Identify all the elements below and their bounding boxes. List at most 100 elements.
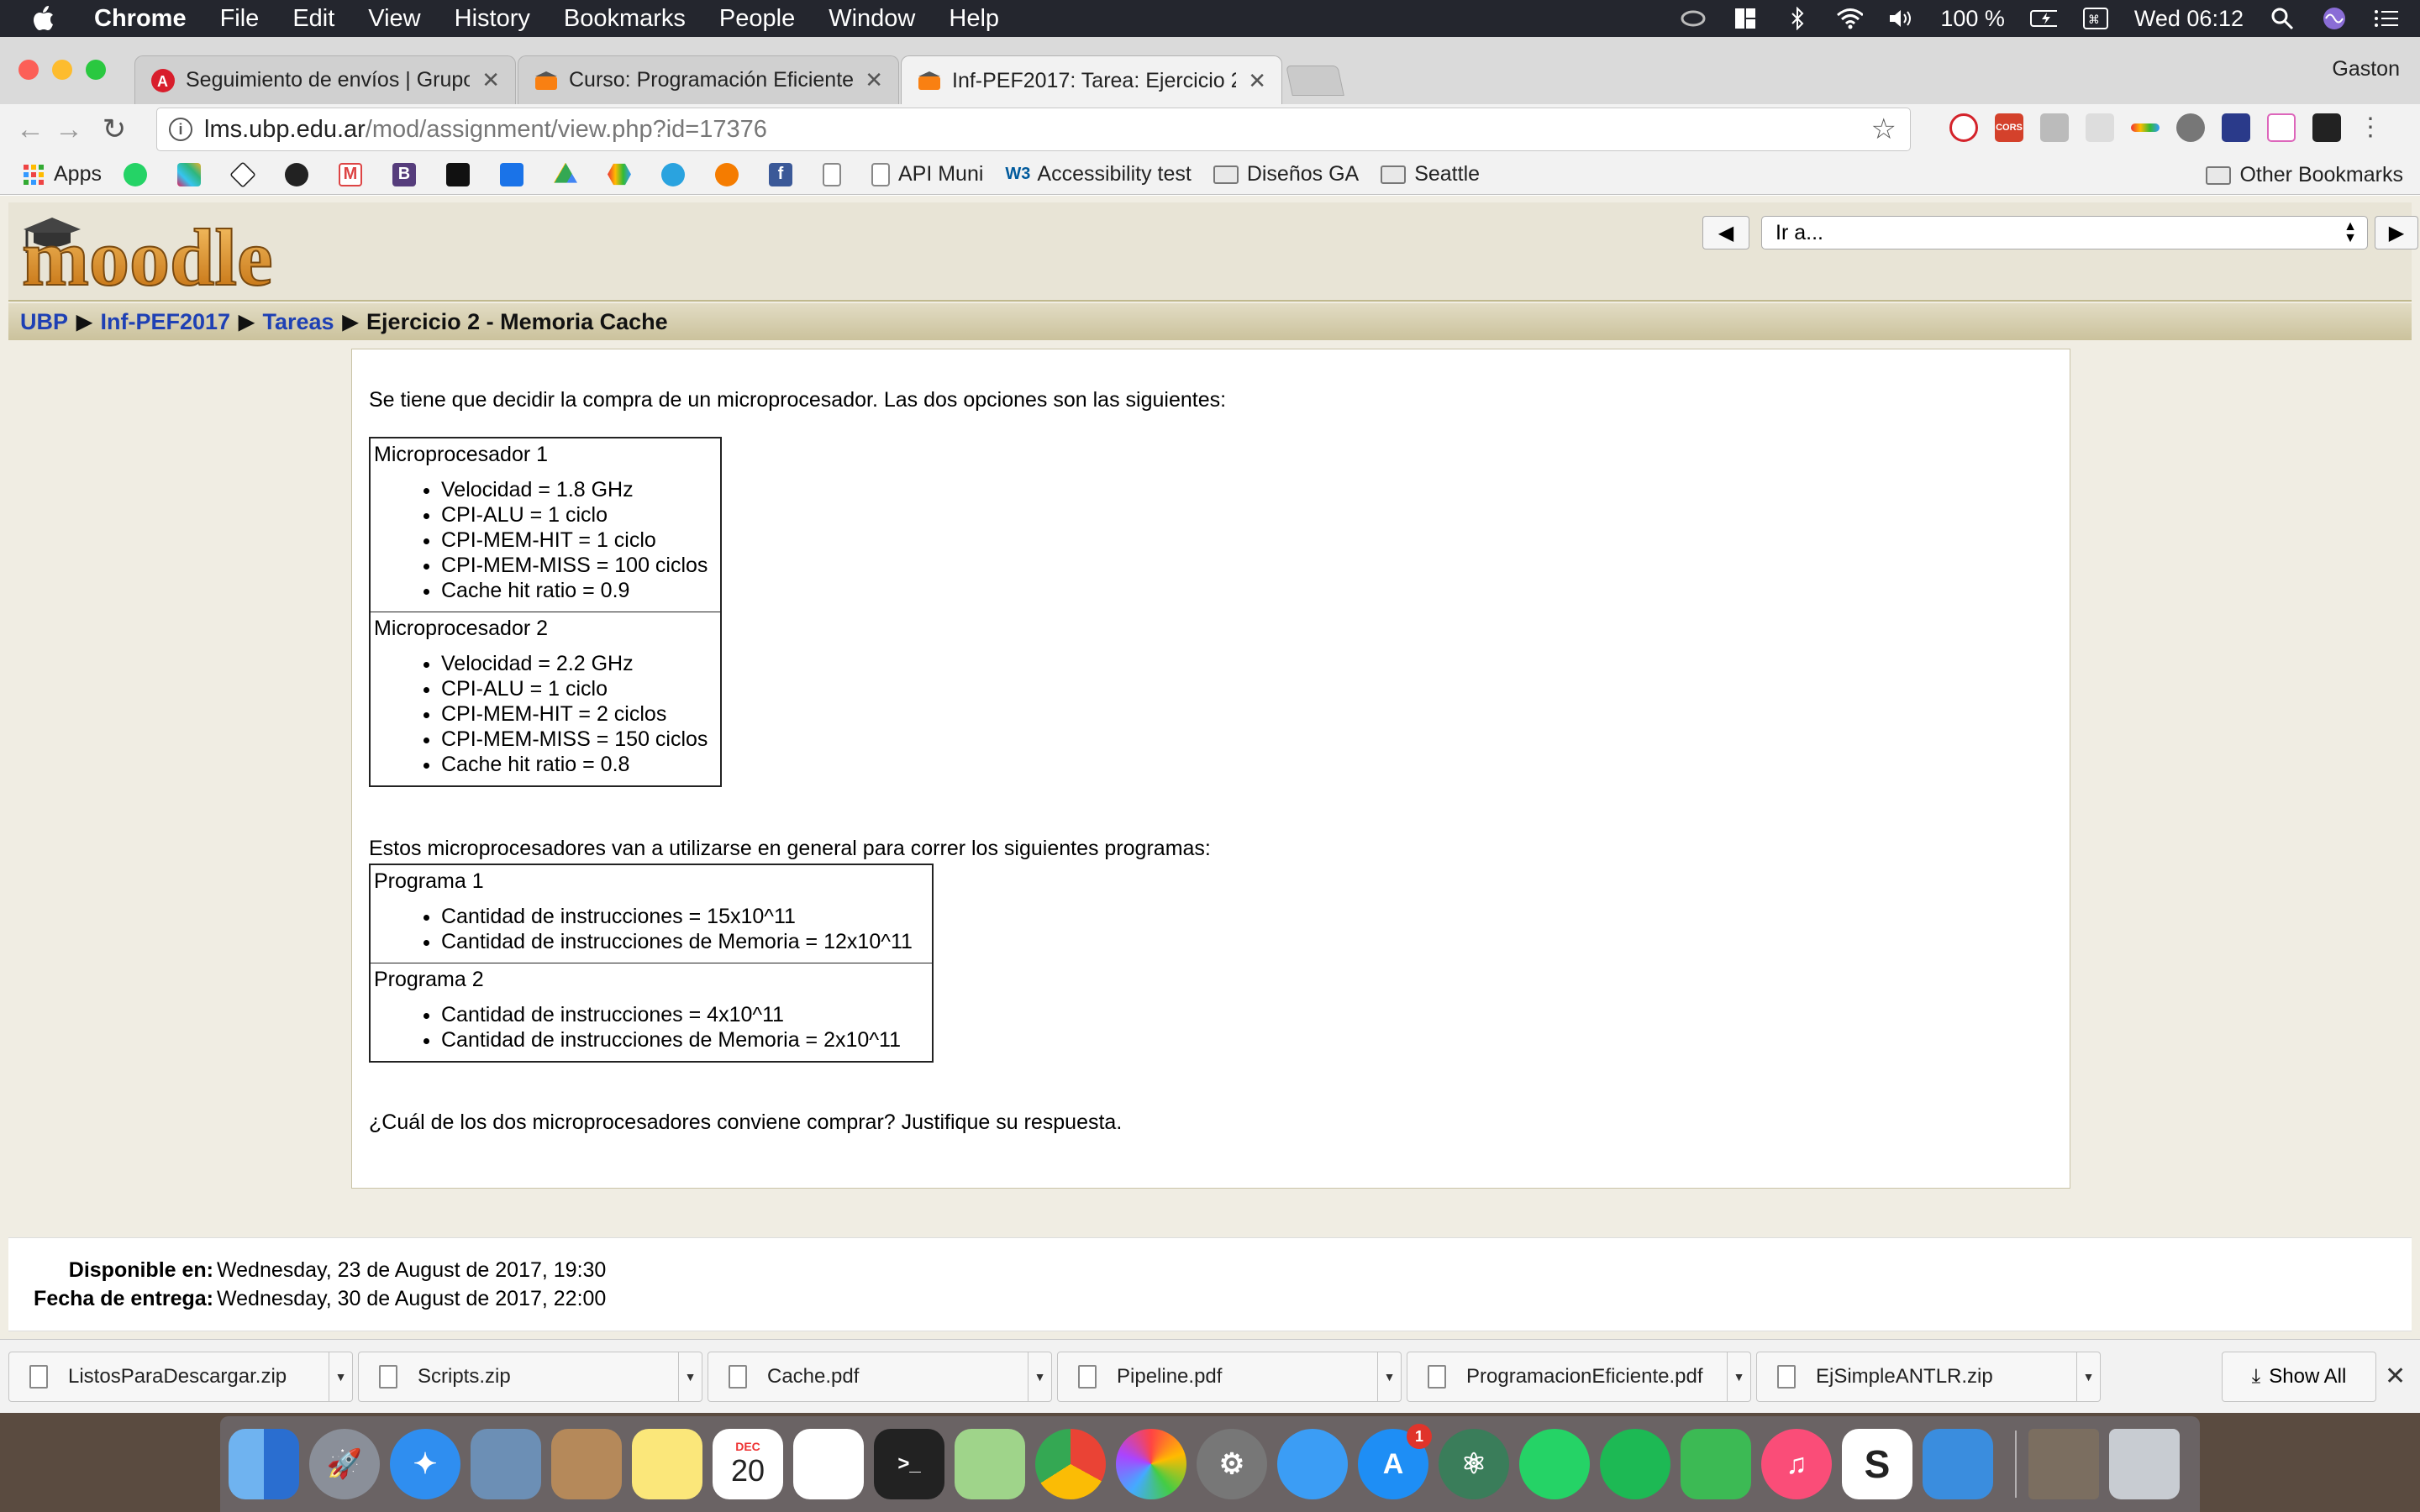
breadcrumb-course[interactable]: Inf-PEF2017: [100, 309, 230, 335]
facebook-bookmark-icon[interactable]: f: [768, 162, 801, 186]
safari-icon[interactable]: ✦: [390, 1429, 460, 1499]
paw-bookmark-icon[interactable]: [714, 162, 747, 186]
close-downloads-icon[interactable]: ✕: [2385, 1362, 2406, 1391]
download-menu-chevron-icon[interactable]: ▼: [1028, 1352, 1051, 1401]
moodle-logo[interactable]: moodle: [17, 209, 370, 293]
window-close-button[interactable]: [18, 60, 39, 80]
breadcrumb-tareas[interactable]: Tareas: [263, 309, 334, 335]
download-menu-chevron-icon[interactable]: ▼: [329, 1352, 352, 1401]
menu-view[interactable]: View: [368, 5, 420, 33]
previous-activity-button[interactable]: ◀: [1702, 216, 1749, 249]
messages-icon[interactable]: [1277, 1429, 1348, 1499]
new-tab-button[interactable]: [1286, 66, 1344, 96]
forward-arrow-icon[interactable]: →: [50, 111, 87, 148]
download-item[interactable]: Cache.pdf ▼: [708, 1352, 1052, 1402]
itunes-icon[interactable]: ♫: [1761, 1429, 1832, 1499]
bookmark-apps[interactable]: Apps: [22, 162, 102, 186]
site-info-icon[interactable]: i: [169, 118, 192, 141]
bookmark-star-icon[interactable]: ☆: [1871, 113, 1897, 146]
bluetooth-icon[interactable]: [1784, 6, 1811, 31]
maps-icon[interactable]: [955, 1429, 1025, 1499]
keyboard-input-icon[interactable]: ⌘: [2082, 6, 2109, 31]
layout-icon[interactable]: [1732, 6, 1759, 31]
facetime-icon[interactable]: [1681, 1429, 1751, 1499]
menubar-clock[interactable]: Wed 06:12: [2134, 6, 2244, 32]
sublime-text-icon[interactable]: S: [1842, 1429, 1912, 1499]
menu-window[interactable]: Window: [829, 5, 915, 33]
creative-cloud-icon[interactable]: [1680, 6, 1707, 31]
amazon-extension-icon[interactable]: [2312, 113, 2341, 142]
download-menu-chevron-icon[interactable]: ▼: [2076, 1352, 2100, 1401]
bookmark-folder-seattle[interactable]: Seattle: [1381, 162, 1480, 186]
tab-ejercicio-2[interactable]: Inf-PEF2017: Tarea: Ejercicio 2 ✕: [901, 55, 1282, 105]
calendar-icon[interactable]: DEC 20: [713, 1429, 783, 1499]
tab-seguimiento[interactable]: A Seguimiento de envíos | Grupo ✕: [134, 55, 516, 104]
bookmark-accessibility-test[interactable]: W3 Accessibility test: [1005, 162, 1191, 186]
contacts-icon[interactable]: [551, 1429, 622, 1499]
download-item[interactable]: ListosParaDescargar.zip ▼: [8, 1352, 353, 1402]
film-reel-extension-icon[interactable]: [2176, 113, 2205, 142]
tab-close-icon[interactable]: ✕: [1248, 68, 1266, 94]
downloads-stack-icon[interactable]: [2028, 1429, 2099, 1499]
spotlight-search-icon[interactable]: [2269, 6, 2296, 31]
flag-bookmark-icon[interactable]: [499, 162, 532, 186]
siri-icon[interactable]: [2321, 6, 2348, 31]
opera-vpn-extension-icon[interactable]: [1949, 113, 1978, 142]
bookmark-api-muni[interactable]: API Muni: [871, 162, 983, 186]
window-minimize-button[interactable]: [52, 60, 72, 80]
page-bookmark-icon[interactable]: [822, 162, 850, 186]
jump-to-select[interactable]: Ir a... ▲ ▼: [1761, 216, 2368, 249]
menu-help[interactable]: Help: [949, 5, 999, 33]
tab-curso[interactable]: Curso: Programación Eficiente ✕: [518, 55, 899, 104]
download-menu-chevron-icon[interactable]: ▼: [1377, 1352, 1401, 1401]
reload-icon[interactable]: ↻: [96, 111, 133, 148]
download-item[interactable]: ProgramacionEficiente.pdf ▼: [1407, 1352, 1751, 1402]
wifi-icon[interactable]: [1836, 6, 1864, 31]
chrome-menu-icon[interactable]: ⋮: [2358, 113, 2383, 142]
trash-icon[interactable]: [2109, 1429, 2180, 1499]
apple-menu-icon[interactable]: [32, 5, 66, 32]
back-arrow-icon[interactable]: ←: [12, 111, 49, 148]
bookmark-folder-disenos[interactable]: Diseños GA: [1213, 162, 1359, 186]
xcode-icon[interactable]: [1923, 1429, 1993, 1499]
tab-close-icon[interactable]: ✕: [865, 67, 883, 93]
slack-bookmark-icon[interactable]: [176, 162, 209, 186]
menu-file[interactable]: File: [220, 5, 260, 33]
menu-app-name[interactable]: Chrome: [94, 5, 187, 33]
app-store-icon[interactable]: A1: [1358, 1424, 1432, 1499]
chrome-icon[interactable]: [1035, 1429, 1106, 1499]
spotify-icon[interactable]: [1600, 1429, 1670, 1499]
cors-extension-icon[interactable]: CORS: [1995, 113, 2023, 142]
tab-close-icon[interactable]: ✕: [481, 67, 500, 93]
photos-icon[interactable]: [1116, 1429, 1186, 1499]
other-bookmarks-folder[interactable]: Other Bookmarks: [2206, 163, 2403, 187]
whatsapp-icon[interactable]: [1519, 1429, 1590, 1499]
battery-percent[interactable]: 100 %: [1940, 6, 2005, 32]
flow-extension-icon[interactable]: [2040, 113, 2069, 142]
download-menu-chevron-icon[interactable]: ▼: [1727, 1352, 1750, 1401]
notification-center-icon[interactable]: [2373, 6, 2400, 31]
reminders-icon[interactable]: [793, 1429, 864, 1499]
codepen-bookmark-icon[interactable]: [229, 160, 263, 188]
mail-icon[interactable]: [471, 1429, 541, 1499]
github-bookmark-icon[interactable]: [284, 162, 317, 186]
download-item[interactable]: Pipeline.pdf ▼: [1057, 1352, 1402, 1402]
system-preferences-icon[interactable]: ⚙: [1197, 1429, 1267, 1499]
next-activity-button[interactable]: ▶: [2375, 216, 2418, 249]
download-item[interactable]: Scripts.zip ▼: [358, 1352, 702, 1402]
breadcrumb-ubp[interactable]: UBP: [20, 309, 68, 335]
show-all-downloads-button[interactable]: ⤓ Show All: [2222, 1352, 2376, 1402]
launchpad-icon[interactable]: 🚀: [309, 1429, 380, 1499]
volume-icon[interactable]: [1888, 6, 1915, 31]
film-bookmark-icon[interactable]: [445, 162, 478, 186]
finder-icon[interactable]: [229, 1429, 299, 1499]
telegram-bookmark-icon[interactable]: [660, 162, 693, 186]
notes-icon[interactable]: [632, 1429, 702, 1499]
google-drive-bookmark-icon[interactable]: [553, 162, 586, 186]
address-bar[interactable]: i lms.ubp.edu.ar/mod/assignment/view.php…: [156, 108, 1911, 151]
terminal-icon[interactable]: >_: [874, 1429, 944, 1499]
bootstrap-bookmark-icon[interactable]: B: [392, 162, 424, 186]
gmail-bookmark-icon[interactable]: M: [338, 162, 371, 186]
atom-icon[interactable]: ⚛: [1439, 1429, 1509, 1499]
download-menu-chevron-icon[interactable]: ▼: [678, 1352, 702, 1401]
